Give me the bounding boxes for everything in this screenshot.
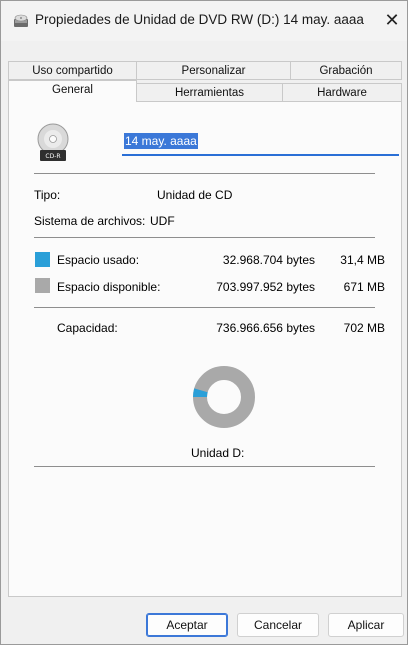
apply-button[interactable]: Aplicar (328, 613, 404, 637)
capacity-bytes: 736.966.656 bytes (216, 321, 315, 335)
capacity-label: Capacidad: (57, 321, 118, 335)
cd-r-label: CD-R (45, 153, 60, 160)
properties-window: Propiedades de Unidad de DVD RW (D:) 14 … (0, 0, 408, 645)
separator-middle (34, 237, 375, 238)
drive-name-selection: 14 may. aaaa (124, 133, 198, 149)
type-value: Unidad de CD (157, 188, 233, 202)
used-space-arc (193, 388, 208, 398)
used-space-label: Espacio usado: (57, 253, 140, 267)
filesystem-value: UDF (150, 214, 175, 228)
ok-button[interactable]: Aceptar (146, 613, 228, 637)
close-button[interactable]: ✕ (381, 9, 403, 31)
tab-personalizar[interactable]: Personalizar (136, 61, 291, 80)
separator-bottom (34, 466, 375, 467)
cd-icon: CD-R (37, 123, 69, 161)
type-label: Tipo: (34, 188, 61, 202)
capacity-donut-chart (193, 366, 255, 428)
tab-herramientas[interactable]: Herramientas (136, 83, 283, 102)
dvd-drive-icon (14, 14, 28, 27)
used-space-bytes: 32.968.704 bytes (222, 253, 315, 267)
used-space-swatch (35, 252, 50, 267)
tab-general[interactable]: General (8, 80, 137, 102)
free-space-ring (193, 366, 255, 428)
capacity-size: 702 MB (343, 321, 385, 335)
used-space-size: 31,4 MB (340, 253, 385, 267)
cancel-button[interactable]: Cancelar (237, 613, 319, 637)
free-space-bytes: 703.997.952 bytes (216, 280, 315, 294)
general-panel: CD-R 14 may. aaaa Tipo: Unidad de CD Sis… (8, 101, 402, 597)
tab-grabacion[interactable]: Grabación (290, 61, 402, 80)
free-space-swatch (35, 278, 50, 293)
tab-uso-compartido[interactable]: Uso compartido (8, 61, 137, 80)
drive-name-input[interactable]: 14 may. aaaa (122, 133, 399, 156)
title-bar[interactable]: Propiedades de Unidad de DVD RW (D:) 14 … (1, 1, 407, 41)
separator-top (34, 173, 375, 174)
free-space-size: 671 MB (343, 280, 385, 294)
drive-letter-label: Unidad D: (191, 446, 245, 460)
separator-capacity (34, 307, 375, 308)
free-space-label: Espacio disponible: (57, 280, 161, 294)
window-title: Propiedades de Unidad de DVD RW (D:) 14 … (35, 12, 364, 27)
filesystem-label: Sistema de archivos: (34, 214, 146, 228)
tab-hardware[interactable]: Hardware (282, 83, 402, 102)
